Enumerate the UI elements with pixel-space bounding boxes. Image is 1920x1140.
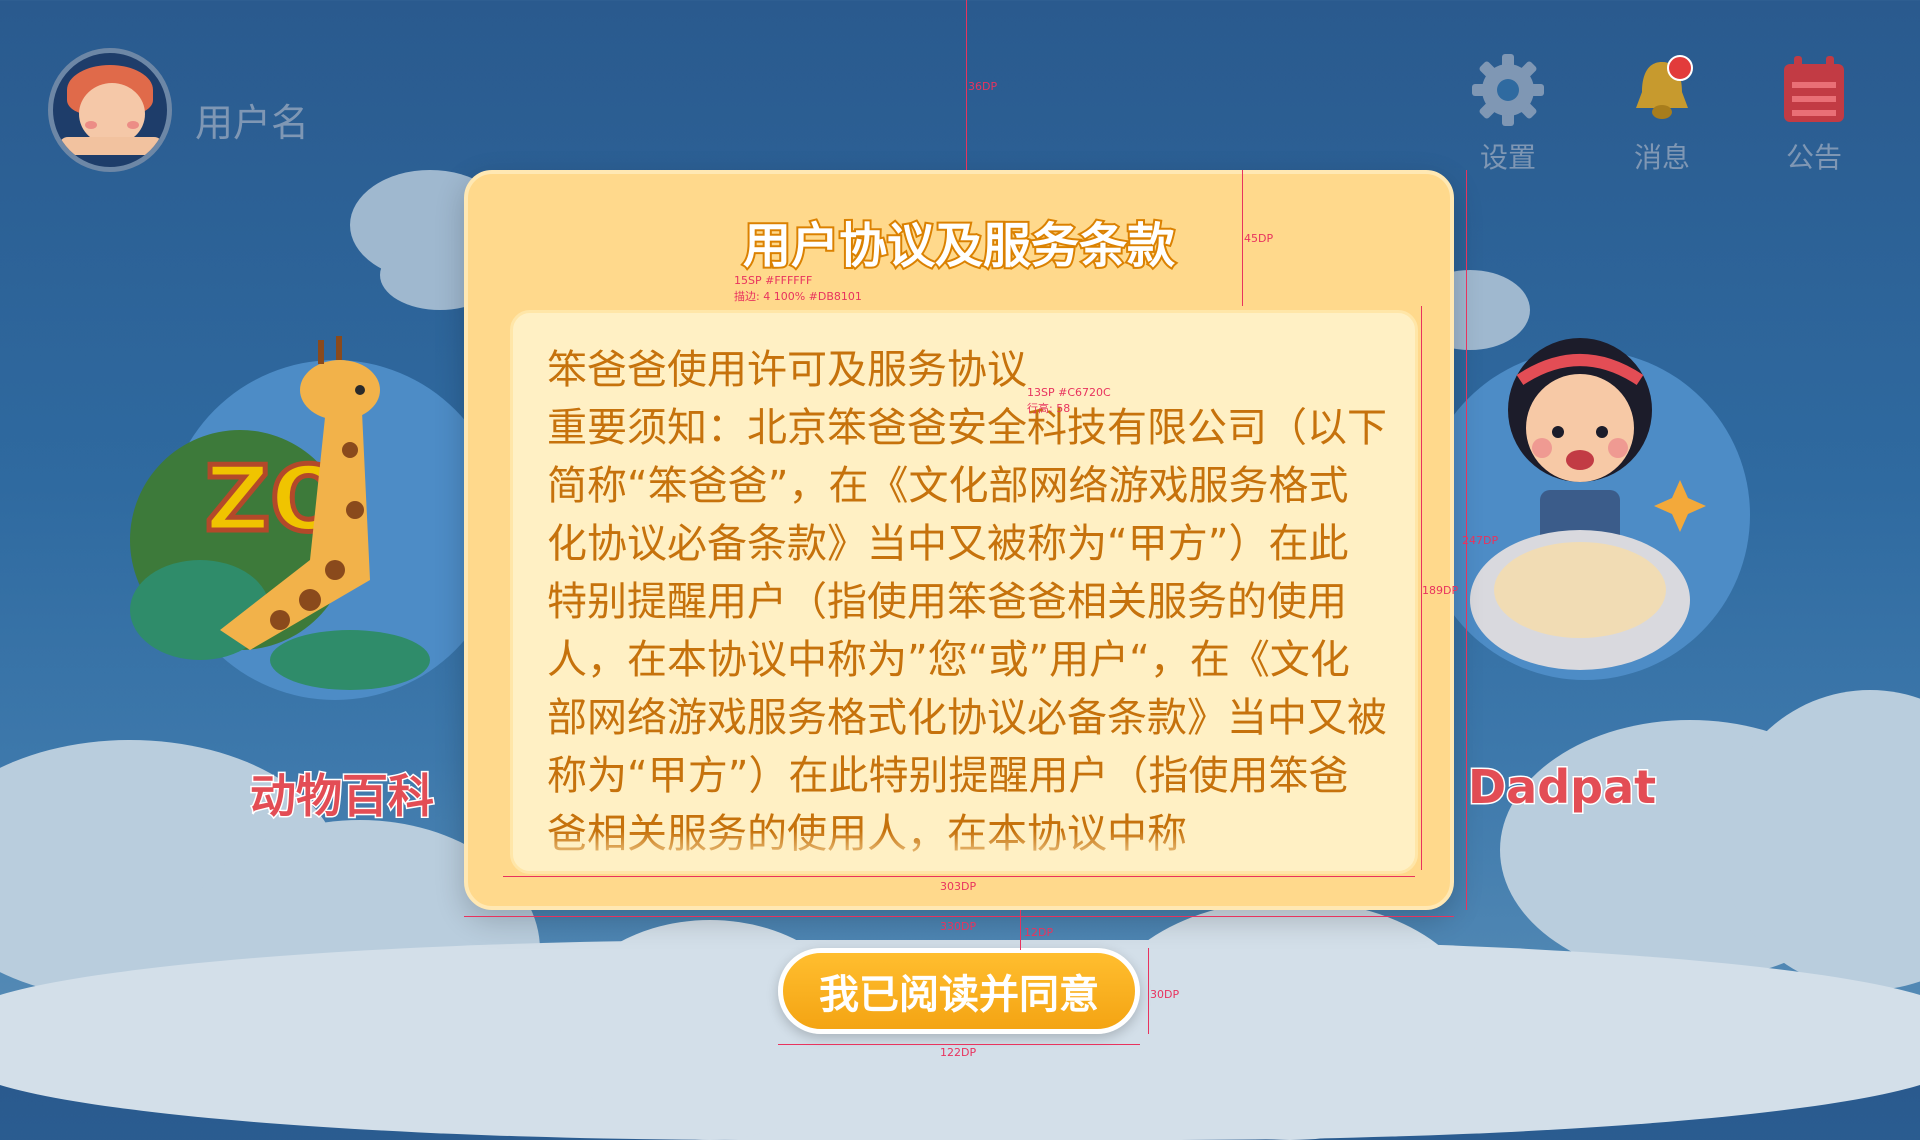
settings-button[interactable]: 设置 <box>1448 52 1568 176</box>
ann-a10: 330DP <box>940 920 977 933</box>
calendar-icon <box>1784 56 1844 122</box>
messages-label: 消息 <box>1633 141 1690 174</box>
ann-a7: 247DP <box>1462 534 1499 547</box>
notice-button[interactable]: 公告 <box>1754 52 1874 176</box>
agreement-content-box[interactable]: 笨爸爸使用许可及服务协议 重要须知：北京笨爸爸安全科技有限公司（以下简称“笨爸爸… <box>510 310 1418 874</box>
messages-button[interactable]: 消息 <box>1602 52 1722 176</box>
agreement-body: 重要须知：北京笨爸爸安全科技有限公司（以下简称“笨爸爸”，在《文化部网络游戏服务… <box>547 405 1387 871</box>
agreement-text: 笨爸爸使用许可及服务协议 重要须知：北京笨爸爸安全科技有限公司（以下简称“笨爸爸… <box>547 341 1387 871</box>
notice-label: 公告 <box>1785 141 1842 174</box>
username-label[interactable]: 用户名 <box>195 92 309 147</box>
avatar[interactable] <box>48 48 172 172</box>
ann-a13: 122DP <box>940 1046 977 1059</box>
giraffe-illustration: ZO <box>130 336 430 690</box>
bell-icon <box>1636 55 1693 119</box>
ann-a1: 36DP <box>968 80 998 93</box>
agreement-heading: 笨爸爸使用许可及服务协议 <box>547 347 1027 393</box>
modal-title: 用户协议及服务条款 <box>741 216 1177 276</box>
ann-a12: 30DP <box>1150 988 1180 1001</box>
ann-a11: 12DP <box>1024 926 1054 939</box>
ann-a6: 行高: 58 <box>1027 402 1071 415</box>
ann-a5: 13SP #C6720C <box>1027 386 1111 399</box>
agreement-modal: 用户协议及服务条款 笨爸爸使用许可及服务协议 重要须知：北京笨爸爸安全科技有限公… <box>464 170 1454 910</box>
animal-encyclopedia-caption: 动物百科 <box>249 768 436 825</box>
ann-a8: 189DP <box>1422 584 1459 597</box>
agree-button[interactable]: 我已阅读并同意 <box>778 948 1140 1034</box>
dadpat-caption: Dadpat <box>1466 759 1657 816</box>
ann-a4: 描边: 4 100% #DB8101 <box>734 290 862 303</box>
ann-a9: 303DP <box>940 880 977 893</box>
ann-a3: 15SP #FFFFFF <box>734 274 813 287</box>
scroll-fade <box>513 831 1415 871</box>
ann-a2: 45DP <box>1244 232 1274 245</box>
gear-icon <box>1472 54 1544 126</box>
girl-illustration <box>1470 338 1706 670</box>
